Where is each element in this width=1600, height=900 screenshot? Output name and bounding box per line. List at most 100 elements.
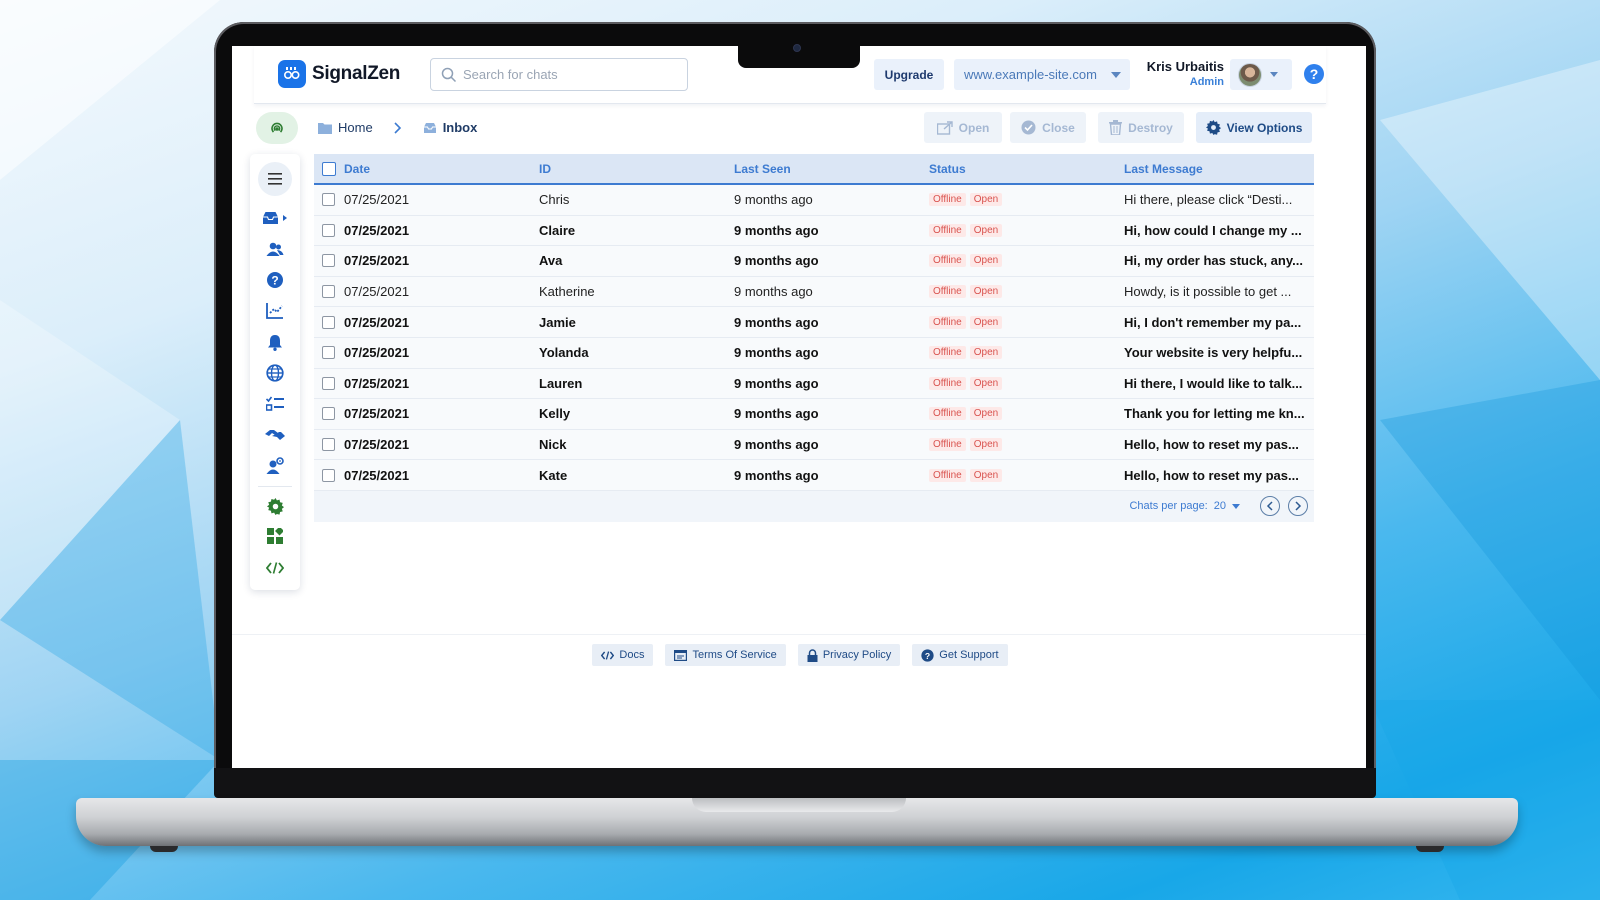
next-page-button[interactable] — [1288, 496, 1308, 517]
row-checkbox[interactable] — [322, 376, 335, 390]
breadcrumb-home[interactable]: Home — [318, 120, 373, 135]
per-page-select[interactable]: 20 — [1214, 500, 1240, 512]
status-badge: Offline — [929, 468, 966, 482]
chevron-left-icon — [1266, 501, 1273, 511]
row-checkbox[interactable] — [322, 346, 335, 360]
inbox-icon — [263, 212, 287, 224]
broadcast-button[interactable] — [256, 112, 298, 144]
table-row[interactable]: 07/25/2021 Kelly 9 months ago Offline Open Th… — [314, 399, 1314, 430]
row-select[interactable] — [314, 346, 344, 360]
terms-link[interactable]: Terms Of Service — [665, 644, 786, 666]
cell-last-message: Hello, how to reset my pas... — [1124, 437, 1299, 453]
cell-id: Katherine — [539, 284, 595, 300]
close-button-label: Close — [1042, 120, 1075, 135]
search-box[interactable] — [430, 58, 688, 91]
table-row[interactable]: 07/25/2021 Kate 9 months ago Offline Open Hel… — [314, 460, 1314, 491]
column-id[interactable]: ID — [539, 162, 734, 176]
status-badge: Open — [969, 346, 1003, 360]
chevron-right-icon — [1295, 501, 1302, 511]
menu-toggle-button[interactable] — [258, 162, 292, 196]
column-last-message[interactable]: Last Message — [1124, 162, 1310, 176]
header-select-all[interactable] — [314, 161, 344, 176]
column-date[interactable]: Date — [344, 162, 539, 176]
bell-icon — [268, 334, 282, 351]
row-select[interactable] — [314, 315, 344, 329]
lock-icon — [807, 648, 818, 662]
site-select[interactable]: www.example-site.com — [954, 59, 1130, 90]
table-row[interactable]: 07/25/2021 Yolanda 9 months ago Offline Open… — [314, 337, 1314, 369]
table-row[interactable]: 07/25/2021 Nick 9 months ago Offline Open Hel… — [314, 429, 1314, 461]
column-status[interactable]: Status — [929, 162, 1124, 176]
table-row[interactable]: 07/25/2021 Chris 9 months ago Offline Open Hi… — [314, 185, 1314, 216]
search-input[interactable] — [463, 67, 673, 82]
column-last-seen[interactable]: Last Seen — [734, 162, 929, 176]
sidebar-item-developer[interactable] — [250, 556, 300, 580]
sidebar-item-inbox[interactable] — [250, 206, 300, 230]
help-icon[interactable]: ? — [1303, 63, 1325, 85]
privacy-link[interactable]: Privacy Policy — [797, 644, 901, 666]
row-select[interactable] — [314, 407, 344, 421]
cell-last-seen: 9 months ago — [734, 192, 813, 208]
cell-last-message: Hi, how could I change my ... — [1124, 222, 1302, 238]
cell-date: 07/25/2021 — [344, 222, 410, 238]
cell-last-seen: 9 months ago — [734, 222, 819, 238]
sidebar-item-contacts[interactable] — [250, 237, 300, 261]
cell-last-message: Hi there, I would like to talk... — [1124, 375, 1303, 391]
sidebar-item-tasks[interactable] — [250, 392, 300, 416]
logo[interactable]: SignalZen — [278, 60, 400, 88]
sidebar-item-widgets[interactable] — [250, 524, 300, 548]
cell-last-seen: 9 months ago — [734, 345, 819, 361]
row-checkbox[interactable] — [322, 438, 335, 452]
row-select[interactable] — [314, 376, 344, 390]
row-checkbox[interactable] — [322, 407, 335, 421]
status-badge: Open — [969, 468, 1003, 482]
table-row[interactable]: 07/25/2021 Ava 9 months ago Offline Open Hi, … — [314, 246, 1314, 277]
avatar — [1238, 62, 1262, 87]
support-link[interactable]: ? Get Support — [912, 644, 1008, 666]
row-select[interactable] — [314, 223, 344, 237]
folder-icon — [318, 122, 332, 134]
cell-id: Yolanda — [539, 345, 589, 361]
breadcrumb-inbox[interactable]: Inbox — [423, 120, 477, 135]
user-menu-button[interactable] — [1230, 59, 1292, 90]
open-button[interactable]: Open — [924, 112, 1002, 143]
destroy-button[interactable]: Destroy — [1098, 112, 1184, 143]
sidebar-item-analytics[interactable] — [250, 299, 300, 323]
row-checkbox[interactable] — [322, 193, 335, 207]
select-all-checkbox[interactable] — [322, 161, 336, 176]
sidebar-item-agents[interactable] — [250, 454, 300, 478]
cell-last-seen: 9 months ago — [734, 467, 819, 483]
footer-divider — [232, 634, 1366, 635]
widgets-icon — [267, 528, 283, 544]
row-checkbox[interactable] — [322, 468, 335, 482]
row-select[interactable] — [314, 468, 344, 482]
table-row[interactable]: 07/25/2021 Claire 9 months ago Offline Open H… — [314, 215, 1314, 247]
row-select[interactable] — [314, 254, 344, 268]
close-button[interactable]: Close — [1010, 112, 1086, 143]
row-checkbox[interactable] — [322, 223, 335, 237]
cell-last-seen: 9 months ago — [734, 284, 813, 300]
site-select-value: www.example-site.com — [964, 67, 1097, 82]
broadcast-icon — [271, 122, 283, 133]
table-row[interactable]: 07/25/2021 Jamie 9 months ago Offline Open Hi… — [314, 307, 1314, 338]
prev-page-button[interactable] — [1260, 496, 1280, 517]
row-checkbox[interactable] — [322, 254, 335, 268]
docs-link[interactable]: Docs — [592, 644, 654, 666]
row-checkbox[interactable] — [322, 315, 335, 329]
svg-text:?: ? — [1310, 66, 1319, 82]
sidebar-item-settings[interactable] — [250, 494, 300, 518]
sidebar-item-help[interactable]: ? — [250, 268, 300, 292]
table-row[interactable]: 07/25/2021 Katherine 9 months ago Offline Op… — [314, 276, 1314, 308]
row-select[interactable] — [314, 193, 344, 207]
sidebar-item-integrations[interactable] — [250, 423, 300, 447]
status-badge: Offline — [929, 285, 966, 299]
row-checkbox[interactable] — [322, 285, 335, 299]
sidebar-item-websites[interactable] — [250, 361, 300, 385]
table-row[interactable]: 07/25/2021 Lauren 9 months ago Offline Open H… — [314, 368, 1314, 400]
view-options-button[interactable]: View Options — [1196, 112, 1312, 143]
upgrade-button[interactable]: Upgrade — [874, 59, 944, 90]
row-select[interactable] — [314, 285, 344, 299]
status-badge: Offline — [929, 407, 966, 421]
row-select[interactable] — [314, 438, 344, 452]
sidebar-item-notifications[interactable] — [250, 330, 300, 354]
